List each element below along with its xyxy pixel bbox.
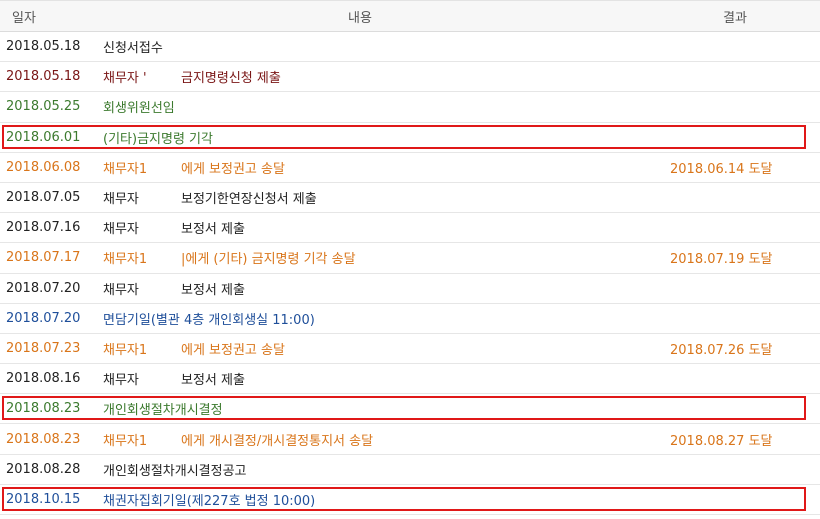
row-content: 채무자 보정서 제출 bbox=[103, 218, 670, 237]
row-text: |에게 (기타) 금지명령 기각 송달 bbox=[181, 252, 356, 268]
row-party: 채무자 bbox=[103, 192, 139, 208]
table-row: 2018.05.18 신청서접수 bbox=[0, 32, 820, 63]
row-result: 2018.07.26 도달 bbox=[670, 342, 773, 358]
row-party: 채무자1 bbox=[103, 161, 148, 177]
row-party: 채무자1 bbox=[103, 342, 148, 358]
row-result: 2018.08.27 도달 bbox=[670, 433, 773, 449]
row-date: 2018.08.16 bbox=[6, 371, 81, 387]
row-date: 2018.07.23 bbox=[6, 340, 81, 356]
table-row: 2018.07.20 면담기일(별관 4층 개인회생실 11:00) bbox=[0, 304, 820, 334]
table-row: 2018.08.28 개인회생절차개시결정공고 bbox=[0, 455, 820, 485]
row-content: 면담기일(별관 4층 개인회생실 11:00) bbox=[103, 309, 670, 328]
row-party: 채무자 bbox=[103, 373, 139, 389]
row-content: 채무자1 에게 개시결정/개시결정통지서 송달 bbox=[103, 430, 670, 449]
row-content: 채무자 보정서 제출 bbox=[103, 279, 670, 298]
row-date: 2018.08.23 bbox=[6, 431, 81, 447]
row-text: 채권자집회기일(제227호 법정 10:00) bbox=[103, 493, 316, 509]
row-content: 개인회생절차개시결정 bbox=[103, 399, 670, 418]
row-date: 2018.06.08 bbox=[6, 159, 81, 175]
row-content: 채무자1 에게 보정권고 송달 bbox=[103, 158, 670, 177]
row-date: 2018.08.28 bbox=[6, 461, 81, 477]
row-date: 2018.07.17 bbox=[6, 250, 81, 266]
table-row: 2018.08.16 채무자 보정서 제출 bbox=[0, 364, 820, 395]
row-result: 2018.07.19 도달 bbox=[670, 252, 773, 268]
row-date: 2018.06.01 bbox=[6, 129, 81, 145]
row-text: 보정기한연장신청서 제출 bbox=[181, 192, 317, 208]
table-row: 2018.07.23 채무자1 에게 보정권고 송달 2018.07.26 도달 bbox=[0, 334, 820, 365]
table-row: 2018.07.17 채무자1 |에게 (기타) 금지명령 기각 송달 2018.07… bbox=[0, 243, 820, 274]
row-content: 채무자1 에게 보정권고 송달 bbox=[103, 339, 670, 358]
table-header: 일자 내용 결과 bbox=[0, 0, 820, 32]
row-party: 채무자 bbox=[103, 282, 139, 298]
table-row: 2018.07.20 채무자 보정서 제출 bbox=[0, 274, 820, 304]
row-text: 금지명령신청 제출 bbox=[181, 71, 281, 87]
row-content: 채권자집회기일(제227호 법정 10:00) bbox=[103, 490, 670, 509]
row-content: 신청서접수 bbox=[103, 37, 670, 56]
row-party: 채무자 ' bbox=[103, 71, 147, 87]
table-row: 2018.10.15 채권자집회기일(제227호 법정 10:00) bbox=[0, 485, 820, 515]
row-content: 채무자 보정기한연장신청서 제출 bbox=[103, 188, 670, 207]
table-row: 2018.06.08 채무자1 에게 보정권고 송달 2018.06.14 도달 bbox=[0, 153, 820, 183]
row-text: 보정서 제출 bbox=[181, 373, 245, 389]
row-content: 개인회생절차개시결정공고 bbox=[103, 460, 670, 479]
table-row: 2018.06.01 (기타)금지명령 기각 bbox=[0, 123, 820, 153]
row-text: 에게 보정권고 송달 bbox=[181, 342, 285, 358]
row-date: 2018.05.25 bbox=[6, 99, 81, 115]
row-text: 개인회생절차개시결정 bbox=[103, 403, 223, 419]
header-result: 결과 bbox=[723, 10, 747, 26]
row-party: 채무자1 bbox=[103, 433, 148, 449]
row-content: 채무자 ' 금지명령신청 제출 bbox=[103, 67, 670, 86]
table-row: 2018.07.16 채무자 보정서 제출 bbox=[0, 213, 820, 244]
table-row: 2018.08.23 개인회생절차개시결정 bbox=[0, 394, 820, 425]
row-content: 채무자 보정서 제출 bbox=[103, 369, 670, 388]
row-party: 채무자 bbox=[103, 222, 139, 238]
row-text: 개인회생절차개시결정공고 bbox=[103, 463, 247, 479]
row-result: 2018.06.14 도달 bbox=[670, 161, 773, 177]
table-row: 2018.08.23 채무자1 에게 개시결정/개시결정통지서 송달 2018.08.… bbox=[0, 424, 820, 455]
row-text: 보정서 제출 bbox=[181, 222, 245, 238]
row-date: 2018.07.16 bbox=[6, 220, 81, 236]
row-text: 보정서 제출 bbox=[181, 282, 245, 298]
row-text: 에게 개시결정/개시결정통지서 송달 bbox=[181, 433, 374, 449]
row-date: 2018.05.18 bbox=[6, 69, 81, 85]
header-content: 내용 bbox=[348, 10, 372, 26]
row-date: 2018.07.20 bbox=[6, 310, 81, 326]
row-text: 면담기일(별관 4층 개인회생실 11:00) bbox=[103, 312, 315, 328]
row-date: 2018.07.20 bbox=[6, 280, 81, 296]
table-row: 2018.05.25 회생위원선임 bbox=[0, 92, 820, 123]
row-date: 2018.07.05 bbox=[6, 190, 81, 206]
row-date: 2018.08.23 bbox=[6, 401, 81, 417]
row-party: 채무자1 bbox=[103, 252, 148, 268]
row-text: 에게 보정권고 송달 bbox=[181, 161, 285, 177]
row-text: 회생위원선임 bbox=[103, 101, 175, 117]
case-progress-table: 일자 내용 결과 2018.05.18 신청서접수 2018.05.18 채무자 ' 금… bbox=[0, 0, 820, 515]
table-body: 2018.05.18 신청서접수 2018.05.18 채무자 ' 금지명령신청 제출 2… bbox=[0, 32, 820, 515]
row-content: 회생위원선임 bbox=[103, 97, 670, 116]
row-date: 2018.10.15 bbox=[6, 491, 81, 507]
header-date: 일자 bbox=[12, 10, 36, 26]
row-text: 신청서접수 bbox=[103, 41, 163, 57]
row-text: (기타)금지명령 기각 bbox=[103, 131, 213, 147]
row-content: 채무자1 |에게 (기타) 금지명령 기각 송달 bbox=[103, 248, 670, 267]
row-content: (기타)금지명령 기각 bbox=[103, 128, 670, 147]
table-row: 2018.05.18 채무자 ' 금지명령신청 제출 bbox=[0, 62, 820, 93]
row-date: 2018.05.18 bbox=[6, 39, 81, 55]
table-row: 2018.07.05 채무자 보정기한연장신청서 제출 bbox=[0, 183, 820, 214]
